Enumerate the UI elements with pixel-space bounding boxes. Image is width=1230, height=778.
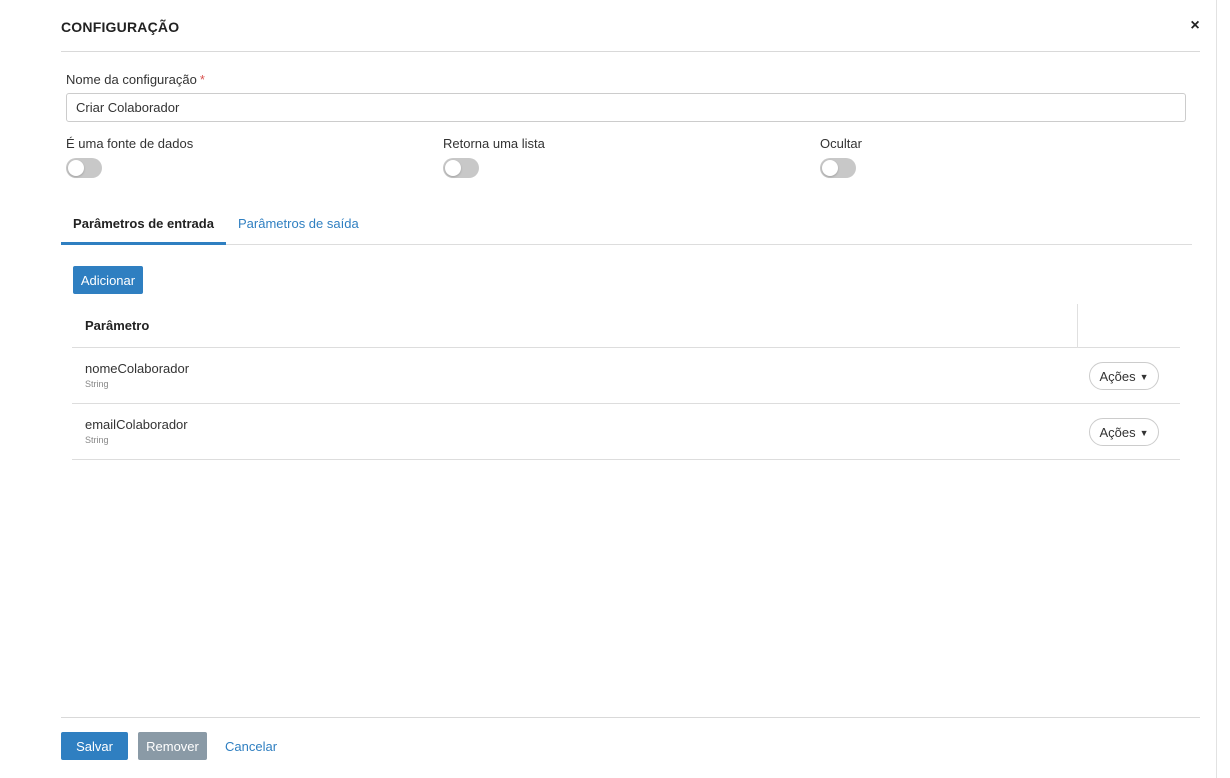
toggle-knob bbox=[68, 160, 84, 176]
actions-button[interactable]: Ações ▼ bbox=[1089, 418, 1159, 446]
toggle-label: É uma fonte de dados bbox=[66, 136, 194, 151]
config-name-label: Nome da configuração * bbox=[66, 72, 205, 87]
param-tabs: Parâmetros de entrada Parâmetros de saíd… bbox=[61, 206, 1192, 245]
table-row: nomeColaborador String Ações ▼ bbox=[72, 348, 1180, 404]
tab-input-params[interactable]: Parâmetros de entrada bbox=[61, 206, 226, 245]
caret-down-icon: ▼ bbox=[1139, 372, 1149, 383]
actions-label: Ações bbox=[1099, 368, 1136, 384]
table-row: emailColaborador String Ações ▼ bbox=[72, 404, 1180, 460]
toggle-label: Ocultar bbox=[820, 136, 862, 151]
cancel-link[interactable]: Cancelar bbox=[225, 739, 277, 754]
param-name: nomeColaborador bbox=[85, 361, 190, 376]
hide-toggle[interactable] bbox=[820, 158, 856, 178]
add-button[interactable]: Adicionar bbox=[73, 266, 143, 294]
column-divider bbox=[1077, 304, 1078, 348]
modal-title: CONFIGURAÇÃO bbox=[61, 19, 180, 35]
column-header-parameter: Parâmetro bbox=[85, 318, 150, 333]
remove-button[interactable]: Remover bbox=[138, 732, 207, 760]
toggle-label: Retorna uma lista bbox=[443, 136, 545, 151]
data-source-toggle[interactable] bbox=[66, 158, 102, 178]
toggle-knob bbox=[445, 160, 461, 176]
close-icon[interactable]: × bbox=[1185, 16, 1205, 36]
modal-header: CONFIGURAÇÃO × bbox=[61, 0, 1200, 52]
table-header: Parâmetro bbox=[72, 304, 1180, 348]
save-button[interactable]: Salvar bbox=[61, 732, 128, 760]
returns-list-toggle[interactable] bbox=[443, 158, 479, 178]
tab-output-params[interactable]: Parâmetros de saída bbox=[238, 206, 359, 245]
config-name-label-text: Nome da configuração bbox=[66, 72, 197, 87]
toggle-knob bbox=[822, 160, 838, 176]
toggle-data-source: É uma fonte de dados bbox=[66, 136, 193, 178]
scrollbar-edge bbox=[1216, 0, 1217, 778]
required-mark: * bbox=[199, 72, 205, 87]
actions-label: Ações bbox=[1099, 424, 1136, 440]
param-type: String bbox=[85, 379, 109, 389]
toggle-returns-list: Retorna uma lista bbox=[443, 136, 545, 178]
param-name: emailColaborador bbox=[85, 417, 188, 432]
config-name-input[interactable] bbox=[66, 93, 1186, 122]
param-type: String bbox=[85, 435, 109, 445]
caret-down-icon: ▼ bbox=[1139, 428, 1149, 439]
params-table: Parâmetro nomeColaborador String Ações ▼ … bbox=[72, 304, 1180, 460]
actions-button[interactable]: Ações ▼ bbox=[1089, 362, 1159, 390]
footer-divider bbox=[61, 717, 1200, 718]
toggle-hide: Ocultar bbox=[820, 136, 862, 178]
